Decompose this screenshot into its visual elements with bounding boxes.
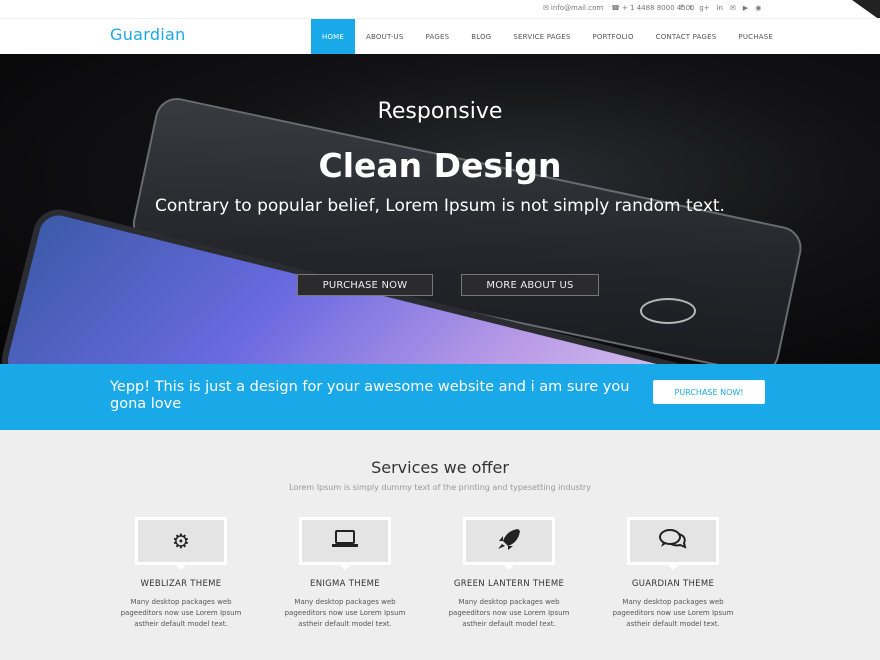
service-title: GREEN LANTERN THEME [453,579,565,589]
service-icon-box [627,517,719,570]
rss-icon[interactable]: ◉ [755,4,761,12]
services-subtitle: Lorem Ipsum is simply dummy text of the … [289,483,591,492]
phone-icon: ☎ [611,4,620,12]
service-icon-box [299,517,391,570]
service-icon-box: ⚙ [135,517,227,570]
main-nav: HOME ABOUT-US PAGES BLOG SERVICE PAGES P… [311,19,784,55]
envelope-icon: ✉ [543,4,549,12]
site-header: Guardian HOME ABOUT-US PAGES BLOG SERVIC… [0,18,880,55]
contact-info: ✉ info@mail.com ☎ + 1 4488 8000 4500 [543,4,695,12]
top-info-bar: ✉ info@mail.com ☎ + 1 4488 8000 4500 f t g… [0,0,880,18]
more-about-us-button[interactable]: MORE ABOUT US [461,274,599,296]
email-text: info@mail.com [550,4,604,12]
service-description: Many desktop packages web pageeditors no… [448,598,570,628]
twitter-icon[interactable]: t [689,4,692,12]
service-icon-box [463,517,555,570]
nav-contact-pages[interactable]: CONTACT PAGES [645,19,728,55]
service-card[interactable]: ⚙ WEBLIZAR THEME Many desktop packages w… [101,517,261,630]
site-logo[interactable]: Guardian [110,25,186,44]
comments-icon [658,528,688,554]
service-title: GUARDIAN THEME [631,579,715,589]
service-description: Many desktop packages web pageeditors no… [284,598,406,628]
phone-home-button-image [640,298,696,324]
hero-subtitle: Responsive [377,99,503,124]
cta-band: Yepp! This is just a design for your awe… [0,364,880,430]
cta-text: Yepp! This is just a design for your awe… [110,379,630,412]
hero-description: Contrary to popular belief, Lorem Ipsum … [155,196,725,216]
laptop-icon [330,529,360,553]
google-plus-icon[interactable]: g+ [699,4,709,12]
hero-slider: Responsive Clean Design Contrary to popu… [0,54,880,364]
nav-portfolio[interactable]: PORTFOLIO [581,19,644,55]
service-description: Many desktop packages web pageeditors no… [612,598,734,628]
service-card[interactable]: GREEN LANTERN THEME Many desktop package… [429,517,589,630]
nav-service-pages[interactable]: SERVICE PAGES [502,19,581,55]
social-links: f t g+ in ✉ ▶ ◉ [680,4,761,12]
nav-blog[interactable]: BLOG [460,19,502,55]
rocket-icon [496,527,522,555]
gear-icon: ⚙ [172,529,190,553]
service-card[interactable]: ENIGMA THEME Many desktop packages web p… [265,517,425,630]
nav-about-us[interactable]: ABOUT-US [355,19,414,55]
services-title: Services we offer [371,458,509,477]
cta-purchase-button[interactable]: PURCHASE NOW! [653,380,765,404]
service-title: ENIGMA THEME [310,579,380,589]
linkedin-icon[interactable]: in [717,4,723,12]
service-card[interactable]: GUARDIAN THEME Many desktop packages web… [593,517,753,630]
nav-puchase[interactable]: PUCHASE [727,19,784,55]
service-description: Many desktop packages web pageeditors no… [120,598,242,628]
purchase-now-button[interactable]: PURCHASE NOW [297,274,433,296]
nav-home[interactable]: HOME [311,19,356,55]
facebook-icon[interactable]: f [680,4,682,12]
hero-title: Clean Design [318,146,562,185]
services-section: Services we offer Lorem Ipsum is simply … [0,430,880,660]
youtube-icon[interactable]: ▶ [743,4,748,12]
email-contact[interactable]: ✉ info@mail.com [543,4,603,12]
nav-pages[interactable]: PAGES [414,19,460,55]
email-icon[interactable]: ✉ [730,4,736,12]
service-title: WEBLIZAR THEME [140,579,222,589]
